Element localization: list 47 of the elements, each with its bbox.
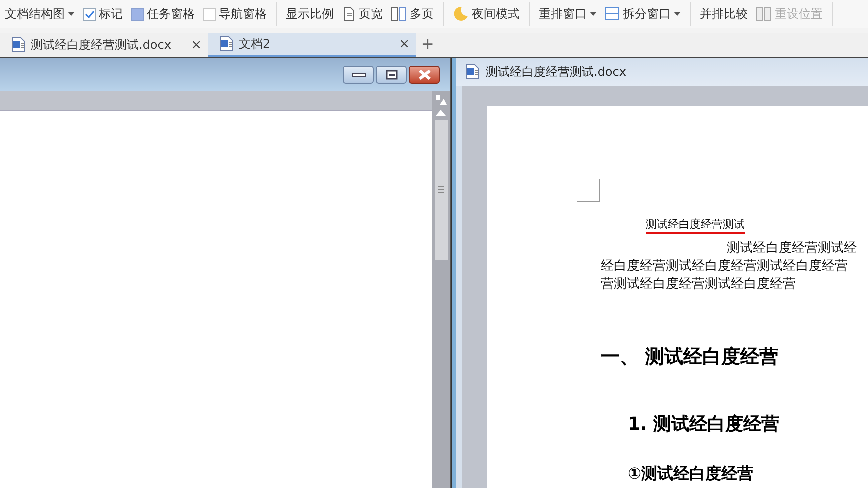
checkbox-label: 导航窗格 (219, 6, 267, 22)
maximize-icon (386, 70, 398, 80)
checkbox[interactable] (83, 8, 96, 20)
new-tab-button[interactable]: + (416, 33, 440, 57)
heading: 一、 测试经白度经营 (601, 346, 779, 368)
toolbar-button[interactable]: 页宽 (341, 4, 384, 24)
dropdown-button[interactable]: 文档结构图 (4, 4, 76, 24)
minimize-button[interactable] (343, 66, 374, 84)
reset-position-icon (756, 6, 772, 22)
window-title: 测试经白度经营测试.docx (486, 64, 626, 80)
toolbar-button[interactable]: 显示比例 (285, 4, 335, 24)
minimize-icon (352, 72, 366, 76)
caret-icon (674, 12, 681, 16)
checkbox[interactable] (203, 8, 216, 20)
document-icon (12, 37, 26, 53)
toggle-label: 任务窗格 (147, 6, 195, 22)
scroll-thumb[interactable] (434, 120, 448, 260)
paragraph-line: 测试经白度经营测试经 (727, 241, 857, 256)
scroll-up-icon[interactable] (436, 110, 446, 116)
document-tab[interactable]: 文档2 × (208, 33, 416, 57)
paragraph-line: 经白度经营测试经白度经营测试经白度经营 (601, 259, 848, 274)
page-icon (342, 6, 356, 22)
toolbar-button[interactable]: 并排比较 (699, 4, 749, 24)
toggle-box[interactable] (131, 8, 144, 20)
scrollbar[interactable] (432, 91, 450, 488)
document-title: 测试经白度经营测试 (646, 217, 745, 234)
caret-icon (68, 12, 75, 16)
caret-icon (590, 12, 597, 16)
subheading: 1. 测试经白度经营 (628, 414, 780, 435)
moon-icon (453, 6, 469, 22)
toolbar-button[interactable]: 夜间模式 (452, 4, 521, 24)
document-tab[interactable]: 测试经白度经营测试.docx × (0, 33, 208, 57)
margin-corner-mark (577, 179, 600, 202)
subheading: ①测试经白度经营 (628, 464, 754, 483)
paragraph-line: 营测试经白度经营测试经白度经营 (601, 277, 796, 292)
close-button[interactable] (409, 66, 440, 84)
split-window-icon (605, 7, 620, 21)
toolbar-button[interactable]: 多页 (390, 4, 435, 24)
dropdown-button[interactable]: 拆分窗口 (604, 4, 682, 24)
document-icon (220, 36, 234, 52)
ruler-toggle-icon (435, 94, 447, 106)
maximize-button[interactable] (376, 66, 407, 84)
pages-icon (391, 6, 407, 22)
close-icon (418, 70, 432, 80)
dropdown-button[interactable]: 重排窗口 (538, 4, 598, 24)
checkbox-label: 标记 (99, 6, 123, 22)
document-icon (466, 64, 480, 80)
